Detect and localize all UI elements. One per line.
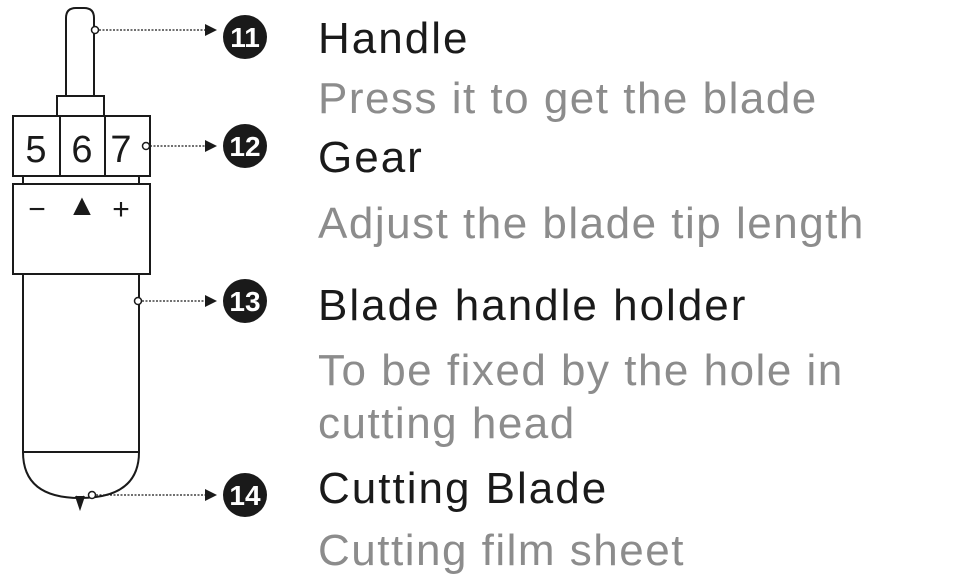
holder-cap	[22, 451, 140, 500]
callout-desc-holder-line1: To be fixed by the hole in	[318, 346, 844, 395]
leader-arrowhead	[205, 489, 217, 501]
blade-holder-diagram: 5 6 7 − ▲ + 11 12 13 14 Handle Press it …	[12, 7, 865, 575]
handle-collar	[56, 95, 105, 117]
callout-title-gear: Gear	[318, 133, 424, 182]
callout-badge-12: 12	[223, 124, 267, 168]
leader-lines	[87, 24, 217, 501]
arrow-up-icon: ▲	[67, 189, 97, 222]
leader-origin-dot	[133, 296, 143, 306]
gear-base-strip	[22, 175, 140, 185]
callout-desc-gear: Adjust the blade tip length	[318, 199, 865, 248]
minus-symbol: −	[28, 193, 46, 226]
blade-holder-drawing	[12, 7, 151, 512]
callout-title-handle: Handle	[318, 14, 469, 63]
callout-title-holder: Blade handle holder	[318, 281, 747, 330]
leader-origin-dot	[90, 25, 100, 35]
callout-desc-handle: Press it to get the blade	[318, 74, 818, 123]
leader-arrowhead	[205, 295, 217, 307]
blade-tip	[75, 495, 85, 512]
leader-origin-dot	[87, 490, 97, 500]
callout-badge-13: 13	[223, 279, 267, 323]
leader-arrowhead	[205, 24, 217, 36]
badge-number: 12	[229, 131, 260, 162]
badge-number: 11	[230, 22, 260, 53]
callout-title-blade: Cutting Blade	[318, 464, 608, 513]
handle-shaft	[65, 7, 95, 96]
callout-badge-14: 14	[223, 473, 267, 517]
leader-origin-dot	[141, 141, 151, 151]
badge-number: 14	[229, 480, 261, 511]
callout-badge-11: 11	[223, 15, 267, 59]
gear-number-6: 6	[71, 129, 92, 171]
leader-arrowhead	[205, 140, 217, 152]
gear-number-7: 7	[110, 129, 131, 171]
holder-body	[22, 274, 140, 453]
callout-desc-blade: Cutting film sheet	[318, 526, 685, 575]
gear-number-5: 5	[25, 129, 46, 171]
badge-number: 13	[229, 286, 260, 317]
callout-desc-holder-line2: cutting head	[318, 399, 576, 448]
plus-symbol: +	[112, 193, 130, 226]
